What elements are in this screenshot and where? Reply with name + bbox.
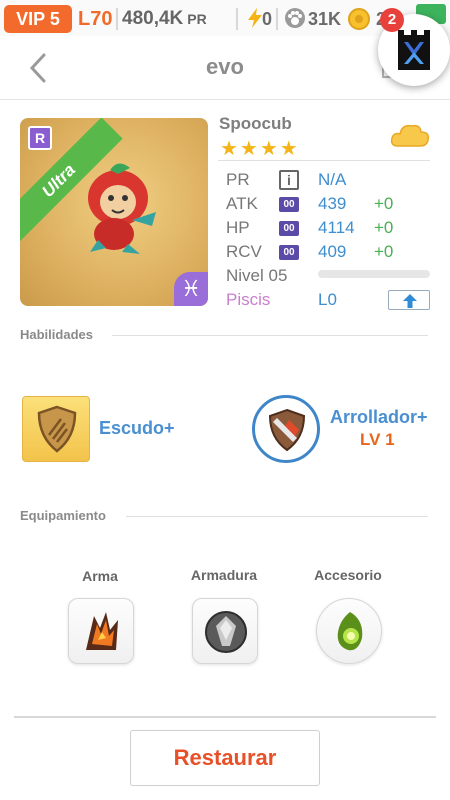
equip-slot-armor[interactable] bbox=[192, 598, 258, 664]
skills-section-title: Habilidades bbox=[20, 327, 93, 342]
coin-icon bbox=[348, 8, 370, 30]
molten-claw-icon bbox=[86, 612, 118, 650]
stat-value-atk: 439 bbox=[318, 194, 347, 213]
level-label: Nivel 05 bbox=[226, 266, 288, 285]
notification-badge: 2 bbox=[380, 8, 404, 32]
crystal-armor-icon bbox=[205, 611, 247, 653]
stat-value-rcv: 409 bbox=[318, 242, 347, 261]
stat-bonus-rcv: +0 bbox=[374, 242, 394, 261]
player-level: L70 bbox=[78, 8, 113, 30]
divider bbox=[218, 160, 430, 161]
sign-level: L0 bbox=[318, 290, 337, 309]
pr-unit: PR bbox=[187, 11, 207, 27]
cloud-icon[interactable] bbox=[390, 122, 430, 150]
divider bbox=[116, 8, 118, 30]
level-progress-bar bbox=[318, 270, 430, 278]
paw-count: 31K bbox=[308, 9, 342, 29]
info-icon[interactable]: i bbox=[279, 170, 299, 190]
stat-label-rcv: RCV bbox=[226, 242, 262, 261]
stat-bonus-hp: +0 bbox=[374, 218, 394, 237]
skill-level: LV 1 bbox=[360, 430, 395, 449]
stat-chip-rcv: 00 bbox=[279, 245, 299, 260]
equip-label-accessory: Accesorio bbox=[314, 567, 382, 583]
upgrade-sign-button[interactable] bbox=[388, 290, 430, 310]
restore-button[interactable]: Restaurar bbox=[130, 730, 320, 786]
vip-badge[interactable]: VIP 5 bbox=[4, 5, 72, 33]
divider bbox=[276, 8, 278, 30]
divider bbox=[14, 716, 436, 718]
sign-label: Piscis bbox=[226, 290, 271, 309]
stat-bonus-atk: +0 bbox=[374, 194, 394, 213]
stat-chip-atk: 00 bbox=[279, 197, 299, 212]
shield-icon bbox=[37, 405, 77, 453]
castle-logo-icon bbox=[398, 30, 430, 70]
equip-label-weapon: Arma bbox=[82, 568, 118, 584]
divider bbox=[236, 8, 238, 30]
stat-label-pr: PR bbox=[226, 170, 250, 189]
equip-slot-accessory[interactable] bbox=[316, 598, 382, 664]
striking-shield-icon bbox=[268, 408, 306, 452]
skill-name-escudo[interactable]: Escudo+ bbox=[99, 418, 175, 439]
green-gem-icon bbox=[337, 612, 363, 651]
monster-portrait[interactable]: Ultra R ♓ bbox=[20, 118, 208, 306]
stat-chip-hp: 00 bbox=[279, 221, 299, 236]
divider bbox=[112, 335, 428, 336]
skill-assault-icon[interactable] bbox=[252, 395, 320, 463]
zodiac-icon: ♓ bbox=[174, 272, 208, 306]
skill-name-arrollador[interactable]: Arrollador+ bbox=[330, 407, 428, 428]
status-bar: VIP 5 L70 480,4KPR 0 31K 2 2 bbox=[0, 0, 450, 86]
stat-value-pr: N/A bbox=[318, 170, 347, 189]
star-rating: ★★★★ bbox=[220, 138, 300, 160]
skill-shield-icon[interactable] bbox=[22, 396, 90, 462]
equip-label-armor: Armadura bbox=[190, 567, 258, 583]
stat-label-atk: ATK bbox=[226, 194, 258, 213]
monster-name: Spoocub bbox=[219, 114, 292, 133]
player-power: 480,4K PR bbox=[122, 5, 207, 33]
paw-icon bbox=[285, 8, 305, 28]
stat-label-hp: HP bbox=[226, 218, 250, 237]
arrow-up-icon bbox=[403, 294, 417, 308]
energy-count: 0 bbox=[262, 9, 273, 29]
equip-slot-weapon[interactable] bbox=[68, 598, 134, 664]
stat-value-hp: 4114 bbox=[318, 218, 355, 237]
equipment-section-title: Equipamiento bbox=[20, 508, 106, 523]
divider bbox=[126, 516, 428, 517]
pr-value: 480,4K bbox=[122, 8, 184, 29]
rarity-badge: R bbox=[28, 126, 52, 150]
